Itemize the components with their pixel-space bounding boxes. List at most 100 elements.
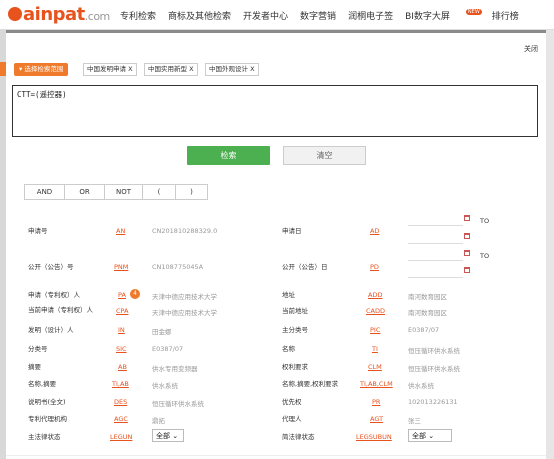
field-input-cadd[interactable]: 南河数育园区 [408, 307, 447, 317]
date-to-ad[interactable] [408, 233, 463, 244]
nav-item-ranking[interactable]: 排行榜 [492, 9, 519, 22]
field-input-des[interactable]: 恒压循环供水系统 [152, 398, 204, 408]
nav-item-bi-label: BI数字大屏 [405, 12, 450, 22]
field-code-ab[interactable]: AB [118, 363, 127, 371]
field-label-pd: 公开（公告）日 [282, 263, 328, 271]
nav-item-bi-screen[interactable]: BI数字大屏 NEW [405, 9, 482, 22]
op-rparen-button[interactable]: ) [175, 184, 208, 200]
legun-select[interactable]: 全部 ⌄ [152, 429, 184, 442]
right-backdrop [546, 30, 554, 459]
field-code-cpa[interactable]: CPA [116, 307, 129, 315]
to-label: TO [480, 217, 490, 225]
tag-cn-utility[interactable]: 中国实用新型 X [144, 63, 198, 76]
field-input-clm[interactable]: 恒压循环供水系统 [408, 363, 460, 373]
tag-cn-invention[interactable]: 中国发明申请 X [83, 63, 137, 76]
field-code-clm[interactable]: CLM [368, 363, 382, 371]
field-label-ab: 摘要 [28, 363, 41, 371]
field-code-pic[interactable]: PIC [370, 326, 380, 334]
field-input-in[interactable]: 田金娜 [152, 326, 172, 336]
field-input-pic[interactable]: E0387/07 [408, 326, 439, 334]
field-label-cpa: 当前申请（专利权）人 [28, 306, 93, 314]
field-label-in: 发明（设计）人 [28, 326, 74, 334]
search-button[interactable]: 检索 [187, 146, 270, 165]
field-code-sic[interactable]: SIC [116, 345, 127, 353]
field-input-tiabclm[interactable]: 供水系统 [408, 380, 434, 390]
field-label-add: 地址 [282, 291, 295, 299]
op-lparen-button[interactable]: ( [142, 184, 175, 200]
op-not-button[interactable]: NOT [104, 184, 142, 200]
field-code-in[interactable]: IN [118, 326, 125, 334]
field-code-tiab[interactable]: TI,AB [112, 380, 129, 388]
advanced-search-modal: 关闭 ▾ 选择检索范围 中国发明申请 X 中国实用新型 X 中国外观设计 X C… [6, 33, 546, 459]
field-label-pnm: 公开（公告）号 [28, 263, 74, 271]
field-input-agt[interactable]: 张三 [408, 415, 421, 425]
query-textarea[interactable]: CTT=(遥控器) [12, 85, 538, 137]
field-code-pd[interactable]: PD [370, 263, 379, 271]
field-label-des: 说明书(全文) [28, 398, 66, 406]
calendar-icon[interactable] [464, 215, 470, 221]
field-code-tiabclm[interactable]: TI,AB,CLM [360, 380, 393, 388]
field-code-pa[interactable]: PA [118, 291, 126, 299]
chevron-down-icon: ⌄ [172, 432, 179, 440]
nav-item-developer[interactable]: 开发者中心 [243, 9, 288, 22]
field-code-an[interactable]: AN [116, 227, 125, 235]
field-label-pr: 优先权 [282, 398, 302, 406]
field-input-add[interactable]: 南河数育园区 [408, 291, 447, 301]
field-label-tiabclm: 名称,摘要,权利要求 [282, 380, 339, 388]
field-input-pr[interactable]: 102013226131 [408, 398, 458, 406]
field-input-pnm[interactable]: CN108775045A [152, 263, 203, 271]
field-code-des[interactable]: DES [114, 398, 127, 406]
field-input-cpa[interactable]: 天津中德应用技术大学 [152, 307, 217, 317]
field-code-cadd[interactable]: CADD [366, 307, 385, 315]
nav-item-trademark-search[interactable]: 商标及其他检索 [168, 9, 231, 22]
calendar-icon[interactable] [464, 267, 470, 273]
calendar-icon[interactable] [464, 250, 470, 256]
top-nav: ainpat.com 专利检索 商标及其他检索 开发者中心 数字营销 润桐电子签… [0, 0, 554, 30]
new-badge: NEW [465, 9, 482, 15]
field-code-pnm[interactable]: PNM [114, 263, 128, 271]
field-label-agc: 专利代理机构 [28, 415, 67, 423]
calendar-icon[interactable] [464, 233, 470, 239]
chevron-down-icon: ⌄ [428, 432, 435, 440]
field-label-agt: 代理人 [282, 415, 302, 423]
field-input-tiab[interactable]: 供水系统 [152, 380, 178, 390]
field-code-agt[interactable]: AGT [370, 415, 383, 423]
date-to-pd[interactable] [408, 267, 463, 278]
field-label-pa: 申请（专利权）人 [28, 291, 80, 299]
field-label-an: 申请号 [28, 227, 48, 235]
field-input-pa[interactable]: 天津中德应用技术大学 [152, 291, 217, 301]
close-button[interactable]: 关闭 [524, 44, 538, 54]
field-code-ad[interactable]: AD [370, 227, 379, 235]
logo-icon [8, 7, 22, 21]
field-input-ab[interactable]: 供水专用变频器 [152, 363, 198, 373]
date-from-ad[interactable] [408, 215, 463, 226]
pa-count-badge[interactable]: 4 [130, 289, 140, 299]
field-input-agc[interactable]: 鼎拓 [152, 415, 165, 425]
field-label-ad: 申请日 [282, 227, 302, 235]
legun-select-value: 全部 [156, 432, 170, 440]
nav-item-marketing[interactable]: 数字营销 [300, 9, 336, 22]
tag-cn-design[interactable]: 中国外观设计 X [205, 63, 259, 76]
field-code-pr[interactable]: PR [372, 398, 380, 406]
date-from-pd[interactable] [408, 250, 463, 261]
op-and-button[interactable]: AND [24, 184, 64, 200]
field-code-ti[interactable]: TI [372, 345, 378, 353]
field-code-legun[interactable]: LEGUN [110, 433, 132, 441]
select-range-button[interactable]: ▾ 选择检索范围 [14, 63, 69, 76]
op-or-button[interactable]: OR [64, 184, 104, 200]
legsubun-select[interactable]: 全部 ⌄ [408, 429, 452, 442]
nav-item-patent-search[interactable]: 专利检索 [120, 9, 156, 22]
nav-item-esign[interactable]: 润桐电子签 [348, 9, 393, 22]
field-label-legsubun: 简法律状态 [282, 433, 315, 441]
field-code-add[interactable]: ADD [368, 291, 382, 299]
field-input-sic[interactable]: E0387/07 [152, 345, 183, 353]
brand-logo[interactable]: ainpat.com [8, 4, 110, 25]
clear-button[interactable]: 清空 [283, 146, 366, 165]
field-code-agc[interactable]: AGC [114, 415, 128, 423]
field-input-an[interactable]: CN201810288329.0 [152, 227, 217, 235]
nav-menu: 专利检索 商标及其他检索 开发者中心 数字营销 润桐电子签 BI数字大屏 NEW … [120, 9, 519, 22]
field-input-ti[interactable]: 恒压循环供水系统 [408, 345, 460, 355]
brand-name: ainpat [23, 4, 85, 25]
field-label-legun: 主法律状态 [28, 433, 61, 441]
field-code-legsubun[interactable]: LEGSUBUN [356, 433, 392, 441]
